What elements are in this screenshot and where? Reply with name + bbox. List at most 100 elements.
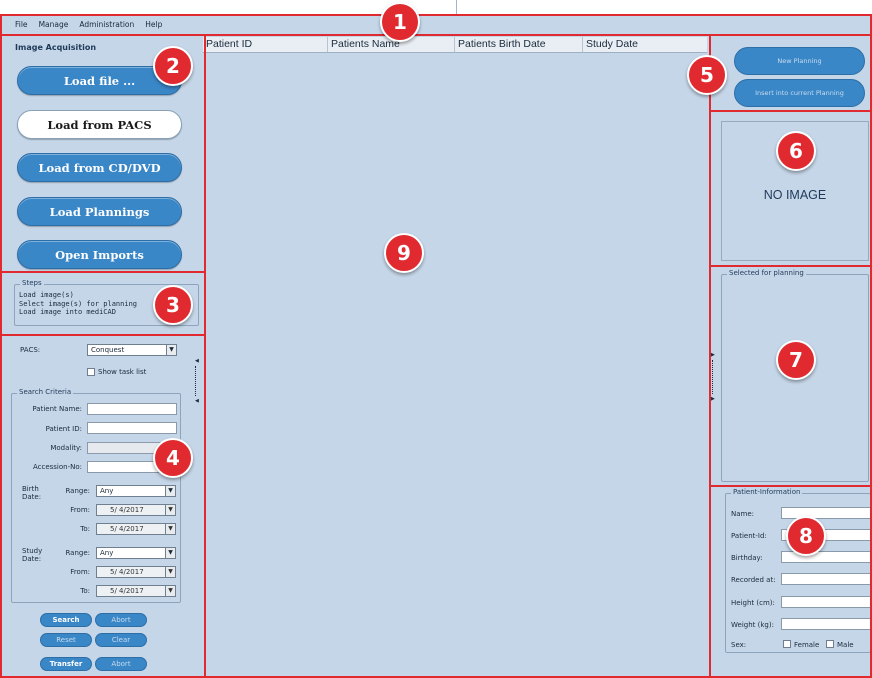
study-from-value: 5/ 4/2017 bbox=[110, 568, 144, 576]
marker-9: 9 bbox=[384, 233, 424, 273]
column-patient-id[interactable]: Patient ID bbox=[203, 37, 328, 52]
show-task-list-checkbox[interactable] bbox=[87, 368, 95, 376]
show-task-list-label: Show task list bbox=[98, 368, 147, 376]
chevron-down-icon: ▼ bbox=[166, 345, 176, 355]
results-table-body[interactable] bbox=[203, 53, 707, 678]
annotation-line bbox=[711, 110, 870, 112]
results-table-header: Patient ID Patients Name Patients Birth … bbox=[203, 37, 707, 53]
step-1: Load image(s) bbox=[19, 291, 74, 299]
birth-to-select[interactable]: 5/ 4/2017 ▼ bbox=[96, 523, 176, 535]
handle-dots bbox=[195, 366, 196, 396]
menu-administration[interactable]: Administration bbox=[79, 20, 134, 29]
open-imports-button[interactable]: Open Imports bbox=[17, 240, 182, 269]
insert-into-planning-button[interactable]: Insert into current Planning bbox=[734, 79, 865, 107]
chevron-left-icon: ◀ bbox=[195, 358, 199, 364]
annotation-line bbox=[2, 334, 204, 336]
pacs-label: PACS: bbox=[20, 346, 41, 354]
steps-title: Steps bbox=[20, 279, 44, 287]
menu-help[interactable]: Help bbox=[145, 20, 162, 29]
study-range-select[interactable]: Any ▼ bbox=[96, 547, 176, 559]
search-criteria-title: Search Criteria bbox=[17, 388, 74, 396]
menu-bar: File Manage Administration Help bbox=[0, 14, 872, 34]
patient-id-label: Patient ID: bbox=[45, 425, 82, 433]
chevron-down-icon: ▼ bbox=[165, 486, 175, 496]
chevron-down-icon: ▼ bbox=[165, 524, 175, 534]
pi-name-label: Name: bbox=[731, 510, 755, 518]
abort-transfer-button[interactable]: Abort bbox=[95, 657, 147, 671]
pi-height-label: Height (cm): bbox=[731, 599, 775, 607]
annotation-line bbox=[709, 34, 711, 678]
study-to-select[interactable]: 5/ 4/2017 ▼ bbox=[96, 585, 176, 597]
selected-for-planning-title: Selected for planning bbox=[727, 269, 806, 277]
birth-to-value: 5/ 4/2017 bbox=[110, 525, 144, 533]
top-strip-divider bbox=[456, 0, 457, 14]
menu-file[interactable]: File bbox=[15, 20, 28, 29]
annotation-line bbox=[0, 34, 872, 36]
top-strip bbox=[0, 0, 872, 14]
pi-recorded-at-label: Recorded at: bbox=[731, 576, 776, 584]
patient-information-title: Patient-Information bbox=[731, 488, 803, 496]
pi-birthday-label: Birthday: bbox=[731, 554, 763, 562]
load-plannings-button[interactable]: Load Plannings bbox=[17, 197, 182, 226]
study-from-select[interactable]: 5/ 4/2017 ▼ bbox=[96, 566, 176, 578]
abort-button[interactable]: Abort bbox=[95, 613, 147, 627]
marker-3: 3 bbox=[153, 285, 193, 325]
chevron-left-icon: ◀ bbox=[195, 398, 199, 404]
patient-name-field[interactable] bbox=[87, 403, 177, 415]
column-study-date[interactable]: Study Date bbox=[583, 37, 707, 52]
marker-6: 6 bbox=[776, 131, 816, 171]
pacs-select-value: Conquest bbox=[91, 346, 125, 354]
birth-range-label: Range: bbox=[65, 487, 90, 495]
study-date-label: Study Date: bbox=[22, 547, 43, 563]
annotation-line bbox=[711, 265, 870, 267]
pi-patient-id-label: Patient-Id: bbox=[731, 532, 767, 540]
marker-8: 8 bbox=[786, 516, 826, 556]
load-from-cd-dvd-button[interactable]: Load from CD/DVD bbox=[17, 153, 182, 182]
collapse-handle[interactable]: ◀ ◀ bbox=[194, 358, 199, 406]
marker-2: 2 bbox=[153, 46, 193, 86]
female-label: Female bbox=[794, 641, 820, 649]
patient-id-field[interactable] bbox=[87, 422, 177, 434]
birth-to-label: To: bbox=[80, 525, 90, 533]
app-window: File Manage Administration Help Image Ac… bbox=[0, 0, 872, 678]
pi-weight-field[interactable] bbox=[781, 618, 871, 630]
birth-date-label: Birth Date: bbox=[22, 485, 42, 501]
pi-name-field[interactable] bbox=[781, 507, 871, 519]
annotation-line bbox=[204, 34, 206, 678]
image-acquisition-title: Image Acquisition bbox=[15, 43, 97, 52]
transfer-button[interactable]: Transfer bbox=[40, 657, 92, 671]
new-planning-button[interactable]: New Planning bbox=[734, 47, 865, 75]
annotation-line bbox=[0, 14, 2, 678]
annotation-line bbox=[2, 271, 204, 273]
no-image-text: NO IMAGE bbox=[763, 188, 827, 202]
study-range-label: Range: bbox=[65, 549, 90, 557]
right-splitter-handle[interactable]: ▶ ▶ bbox=[711, 352, 715, 404]
birth-from-value: 5/ 4/2017 bbox=[110, 506, 144, 514]
chevron-down-icon: ▼ bbox=[165, 548, 175, 558]
annotation-line bbox=[711, 485, 870, 487]
load-from-pacs-button[interactable]: Load from PACS bbox=[17, 110, 182, 139]
marker-1: 1 bbox=[380, 2, 420, 42]
chevron-down-icon: ▼ bbox=[165, 586, 175, 596]
chevron-right-icon: ▶ bbox=[711, 396, 715, 402]
female-checkbox[interactable] bbox=[783, 640, 791, 648]
annotation-line bbox=[0, 14, 872, 16]
pacs-select[interactable]: Conquest ▼ bbox=[87, 344, 177, 356]
male-checkbox[interactable] bbox=[826, 640, 834, 648]
menu-manage[interactable]: Manage bbox=[39, 20, 69, 29]
step-2: Select image(s) for planning bbox=[19, 299, 138, 308]
pi-weight-label: Weight (kg): bbox=[731, 621, 774, 629]
search-button[interactable]: Search bbox=[40, 613, 92, 627]
pi-recorded-at-field[interactable] bbox=[781, 573, 871, 585]
marker-4: 4 bbox=[153, 438, 193, 478]
marker-5: 5 bbox=[687, 55, 727, 95]
pi-sex-label: Sex: bbox=[731, 641, 747, 649]
reset-button[interactable]: Reset bbox=[40, 633, 92, 647]
chevron-down-icon: ▼ bbox=[165, 505, 175, 515]
birth-range-select[interactable]: Any ▼ bbox=[96, 485, 176, 497]
birth-from-select[interactable]: 5/ 4/2017 ▼ bbox=[96, 504, 176, 516]
pi-height-field[interactable] bbox=[781, 596, 871, 608]
column-patients-birth-date[interactable]: Patients Birth Date bbox=[455, 37, 583, 52]
clear-button[interactable]: Clear bbox=[95, 633, 147, 647]
accession-label: Accession-No: bbox=[32, 463, 82, 471]
